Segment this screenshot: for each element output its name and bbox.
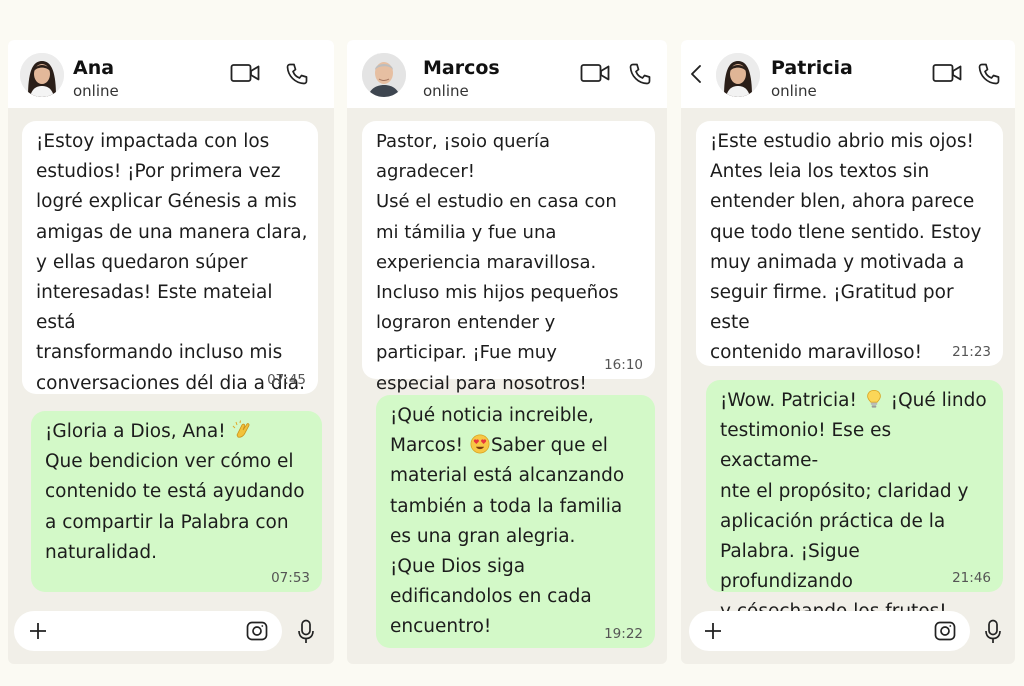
heart-eyes-icon bbox=[470, 434, 490, 454]
avatar[interactable] bbox=[716, 53, 760, 97]
message-text: ¡Qué noticia increible, Marcos! Saber qu… bbox=[390, 401, 645, 643]
message-time: 16:10 bbox=[604, 357, 643, 373]
voice-message-button[interactable] bbox=[297, 619, 315, 649]
video-call-button[interactable] bbox=[932, 62, 962, 84]
attach-button[interactable] bbox=[703, 621, 723, 645]
voice-call-button[interactable] bbox=[628, 62, 652, 86]
camera-button[interactable] bbox=[246, 621, 268, 645]
message-time: 07:45 bbox=[267, 372, 306, 388]
message-text: ¡Wow. Patricia! ¡Qué lindo testimonio! E… bbox=[720, 386, 993, 628]
message-text: ¡Gloria a Dios, Ana! Que bendicion ver c… bbox=[45, 417, 312, 568]
incoming-message[interactable]: ¡Estoy impactada con los estudios! ¡Por … bbox=[22, 121, 318, 394]
message-time: 07:53 bbox=[271, 570, 310, 586]
video-call-button[interactable] bbox=[230, 62, 260, 84]
microphone-icon bbox=[298, 619, 314, 643]
avatar-woman-icon bbox=[20, 53, 64, 97]
message-input[interactable] bbox=[733, 619, 922, 643]
avatar-woman-icon bbox=[716, 53, 760, 97]
incoming-message[interactable]: ¡Este estudio abrio mis ojos! Antes leia… bbox=[696, 121, 1003, 366]
message-text: ¡Este estudio abrio mis ojos! Antes leia… bbox=[710, 131, 982, 364]
message-text-part: ¡Qué lindo testimonio! Ese es exactame- … bbox=[720, 390, 987, 622]
message-text-part: ¡Wow. Patricia! bbox=[720, 390, 857, 411]
video-camera-icon bbox=[580, 64, 610, 82]
contact-status: online bbox=[423, 82, 469, 100]
video-call-button[interactable] bbox=[580, 62, 610, 84]
contact-name[interactable]: Marcos bbox=[423, 57, 500, 79]
voice-call-button[interactable] bbox=[285, 62, 309, 86]
camera-icon bbox=[246, 621, 268, 641]
video-camera-icon bbox=[230, 64, 260, 82]
phone-icon bbox=[629, 63, 651, 85]
clapping-hands-icon bbox=[232, 420, 250, 438]
contact-name[interactable]: Ana bbox=[73, 57, 114, 79]
chat-panel-marcos: Marcos online Pastor, ¡soio quería agrad… bbox=[347, 40, 667, 664]
outgoing-message[interactable]: ¡Qué noticia increible, Marcos! Saber qu… bbox=[376, 395, 655, 648]
phone-icon bbox=[286, 63, 308, 85]
plus-icon bbox=[705, 623, 721, 639]
avatar[interactable] bbox=[20, 53, 64, 97]
outgoing-message[interactable]: ¡Wow. Patricia! ¡Qué lindo testimonio! E… bbox=[706, 380, 1003, 622]
outgoing-message[interactable]: ¡Gloria a Dios, Ana! Que bendicion ver c… bbox=[31, 411, 322, 592]
message-composer[interactable] bbox=[14, 611, 282, 651]
chat-header: Marcos online bbox=[347, 40, 667, 108]
message-composer[interactable] bbox=[689, 611, 970, 651]
screenshot-stage: Ana online ¡Estoy impactada con los estu… bbox=[0, 0, 1024, 686]
contact-status: online bbox=[771, 82, 817, 100]
avatar-man-icon bbox=[362, 53, 406, 97]
chat-panel-ana: Ana online ¡Estoy impactada con los estu… bbox=[8, 40, 334, 664]
attach-button[interactable] bbox=[28, 621, 48, 645]
contact-name[interactable]: Patricia bbox=[771, 57, 853, 79]
message-text-part: Saber que el material está alcanzando ta… bbox=[390, 435, 625, 638]
camera-button[interactable] bbox=[934, 621, 956, 645]
camera-icon bbox=[934, 621, 956, 641]
voice-message-button[interactable] bbox=[984, 619, 1002, 649]
message-text: ¡Estoy impactada con los estudios! ¡Por … bbox=[36, 131, 308, 394]
message-text-part: Que bendicion ver cómo el contenido te e… bbox=[45, 451, 305, 563]
voice-call-button[interactable] bbox=[977, 62, 1001, 86]
message-time: 21:23 bbox=[952, 344, 991, 360]
incoming-message[interactable]: Pastor, ¡soio quería agradecer! Usé el e… bbox=[362, 121, 655, 394]
back-button[interactable] bbox=[689, 64, 705, 88]
video-camera-icon bbox=[932, 64, 962, 82]
plus-icon bbox=[30, 623, 46, 639]
light-bulb-icon bbox=[866, 389, 881, 408]
chat-header: Patricia online bbox=[681, 40, 1015, 108]
contact-status: online bbox=[73, 82, 119, 100]
chat-header: Ana online bbox=[8, 40, 334, 108]
phone-icon bbox=[978, 63, 1000, 85]
avatar[interactable] bbox=[362, 53, 406, 97]
chat-panel-patricia: Patricia online ¡Este estudio abrio mis … bbox=[681, 40, 1015, 664]
message-text-part: ¡Gloria a Dios, Ana! bbox=[45, 421, 226, 442]
message-time: 21:46 bbox=[952, 570, 991, 586]
message-time: 19:22 bbox=[604, 626, 643, 642]
microphone-icon bbox=[985, 619, 1001, 643]
back-chevron-icon bbox=[691, 65, 701, 83]
message-input[interactable] bbox=[58, 619, 234, 643]
